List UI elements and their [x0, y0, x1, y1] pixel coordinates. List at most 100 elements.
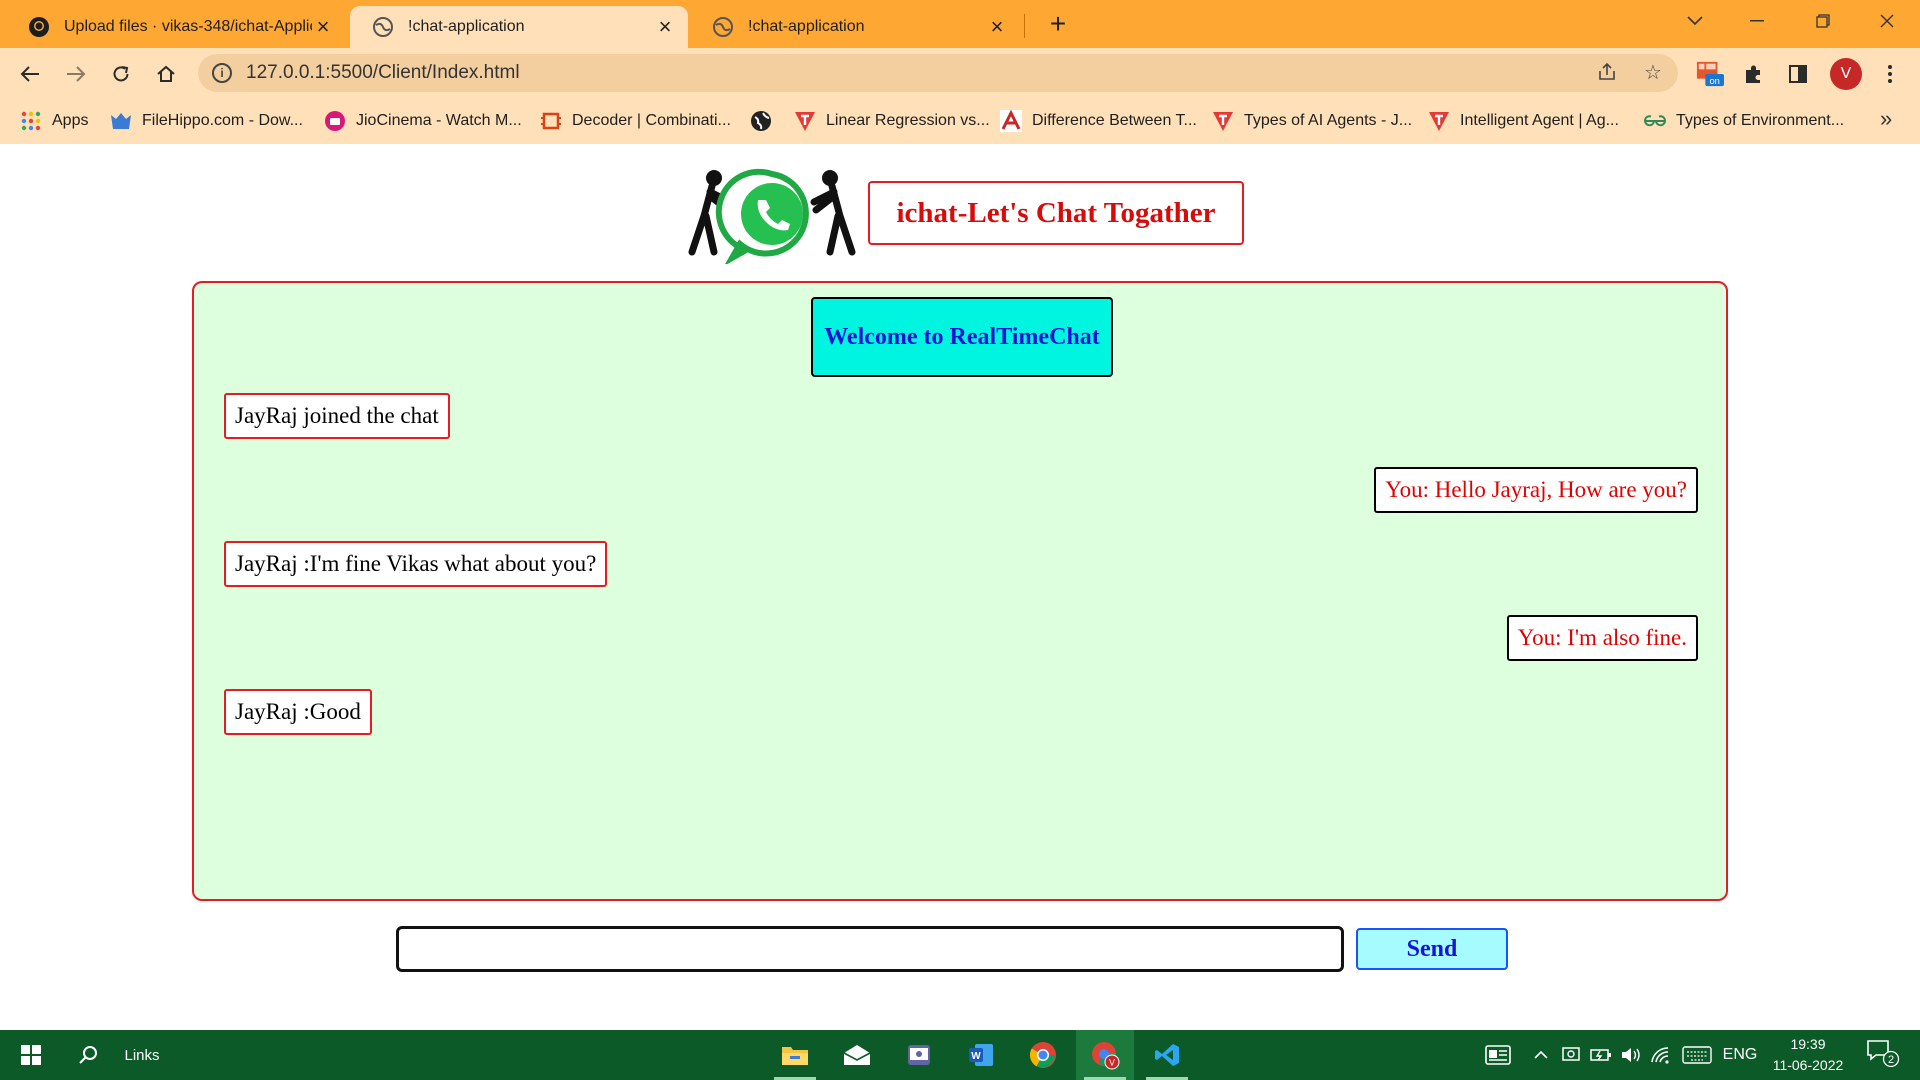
send-button[interactable]: Send	[1356, 928, 1508, 970]
bookmark-label: Difference Between T...	[1032, 112, 1197, 129]
tab-title: !chat-application	[408, 18, 525, 35]
menu-kebab-icon[interactable]	[1876, 60, 1904, 88]
browser-tab-strip: Upload files · vikas-348/ichat-Applic × …	[0, 0, 1920, 48]
tab-title: !chat-application	[748, 18, 865, 35]
svg-text:V: V	[1109, 1058, 1115, 1068]
word-icon[interactable]: W	[952, 1030, 1010, 1080]
welcome-banner: Welcome to RealTimeChat	[811, 297, 1113, 377]
start-windows-icon[interactable]	[10, 1030, 52, 1080]
github-icon	[28, 16, 50, 38]
browser-tab-3[interactable]: !chat-application ×	[690, 6, 1020, 48]
bookmark-label: JioCinema - Watch M...	[356, 112, 522, 129]
bookmark-ai-agents[interactable]: Types of AI Agents - J...	[1212, 108, 1412, 134]
profile-avatar[interactable]: V	[1830, 58, 1862, 90]
bookmark-label: Linear Regression vs...	[826, 112, 990, 129]
bookmark-environment[interactable]: Types of Environment...	[1644, 108, 1844, 134]
bookmark-jiocinema[interactable]: JioCinema - Watch M...	[324, 108, 522, 134]
bookmark-globe[interactable]	[750, 108, 782, 134]
taskbar-search-label[interactable]: Links	[120, 1030, 164, 1080]
apps-grid-icon	[20, 110, 42, 132]
bookmark-star-icon[interactable]: ☆	[1642, 62, 1664, 84]
a-logo-icon	[1000, 110, 1022, 132]
javatpoint-icon	[1212, 110, 1234, 132]
language-indicator[interactable]: ENG	[1722, 1044, 1758, 1066]
side-panel-icon[interactable]	[1784, 60, 1812, 88]
teams-icon[interactable]	[890, 1030, 948, 1080]
bookmark-filehippo[interactable]: FileHippo.com - Dow...	[110, 108, 303, 134]
tab-title: Upload files · vikas-348/ichat-Applic	[64, 18, 312, 35]
tab-search-chevron-icon[interactable]	[1680, 8, 1710, 34]
message-left: JayRaj :Good	[224, 689, 372, 735]
message-left: JayRaj joined the chat	[224, 393, 450, 439]
tab-separator	[1024, 14, 1025, 38]
bookmark-linear-regression[interactable]: Linear Regression vs...	[794, 108, 990, 134]
close-window-button[interactable]	[1872, 8, 1902, 34]
vscode-icon[interactable]	[1138, 1030, 1196, 1080]
mail-icon[interactable]	[828, 1030, 886, 1080]
globe-icon	[372, 16, 394, 38]
clock-date: 11-06-2022	[1772, 1057, 1844, 1073]
browser-tab-2[interactable]: !chat-application ×	[350, 6, 688, 48]
bookmark-label: Apps	[52, 112, 89, 129]
message-left: JayRaj :I'm fine Vikas what about you?	[224, 541, 608, 587]
whatsapp-people-logo-icon	[680, 164, 864, 267]
jiocinema-icon	[324, 110, 346, 132]
bookmark-apps[interactable]: Apps	[20, 108, 88, 134]
back-button[interactable]	[16, 60, 44, 88]
search-icon[interactable]	[74, 1030, 102, 1080]
news-widget-icon[interactable]	[1484, 1044, 1512, 1066]
bookmark-decoder[interactable]: Decoder | Combinati...	[540, 108, 731, 134]
message-right: You: I'm also fine.	[1506, 615, 1698, 661]
restore-button[interactable]	[1808, 8, 1838, 34]
windows-taskbar: Links W V ENG 19:39 11-06-2022 2	[0, 1030, 1920, 1080]
bookmark-label: Types of AI Agents - J...	[1244, 112, 1413, 129]
bookmark-difference[interactable]: Difference Between T...	[1000, 108, 1197, 134]
reload-button[interactable]	[107, 60, 135, 88]
svg-text:2: 2	[1888, 1054, 1894, 1066]
site-info-icon[interactable]: i	[212, 63, 232, 83]
close-tab-icon[interactable]: ×	[986, 14, 1008, 39]
more-bookmarks-icon[interactable]: »	[1880, 106, 1892, 132]
battery-charging-icon[interactable]	[1590, 1044, 1612, 1066]
message-input[interactable]	[396, 926, 1344, 972]
chat-container: Welcome to RealTimeChat JayRaj joined th…	[192, 281, 1728, 901]
bookmark-label: Decoder | Combinati...	[572, 112, 731, 129]
minimize-button[interactable]	[1742, 8, 1772, 34]
bookmark-label: FileHippo.com - Dow...	[142, 112, 303, 129]
chat-page: ichat-Let's Chat Togather Welcome to Rea…	[0, 144, 1920, 1030]
bookmark-label: Intelligent Agent | Ag...	[1460, 112, 1619, 129]
bookmarks-bar: Apps FileHippo.com - Dow... JioCinema - …	[0, 98, 1920, 144]
wifi-icon[interactable]	[1650, 1044, 1672, 1066]
message-right: You: Hello Jayraj, How are you?	[1374, 467, 1698, 513]
decoder-icon	[540, 110, 562, 132]
show-hidden-icons-chevron-icon[interactable]	[1530, 1044, 1552, 1066]
globe-bookmark-icon	[750, 110, 772, 132]
url-text: 127.0.0.1:5500/Client/Index.html	[246, 62, 520, 83]
home-button[interactable]	[152, 60, 180, 88]
file-explorer-icon[interactable]	[766, 1030, 824, 1080]
new-tab-button[interactable]: +	[1044, 10, 1072, 38]
javatpoint-icon	[794, 110, 816, 132]
close-tab-icon[interactable]: ×	[654, 14, 676, 39]
notifications-icon[interactable]: 2	[1866, 1040, 1900, 1067]
onedrive-status-icon[interactable]	[1560, 1044, 1582, 1066]
close-tab-icon[interactable]: ×	[312, 14, 334, 39]
touch-keyboard-icon[interactable]	[1682, 1044, 1712, 1066]
extensions-puzzle-icon[interactable]	[1740, 60, 1768, 88]
gfg-icon	[1644, 110, 1666, 132]
bookmark-label: Types of Environment...	[1676, 112, 1845, 129]
app-title: ichat-Let's Chat Togather	[868, 181, 1244, 245]
address-bar[interactable]: i 127.0.0.1:5500/Client/Index.html ☆	[198, 54, 1678, 92]
svg-text:on: on	[1709, 76, 1719, 86]
browser-tab-1[interactable]: Upload files · vikas-348/ichat-Applic ×	[6, 6, 346, 48]
forward-button[interactable]	[62, 60, 90, 88]
clock[interactable]: 19:39 11-06-2022	[1770, 1034, 1846, 1076]
extension-on-icon[interactable]: on	[1696, 60, 1724, 88]
javatpoint-icon	[1428, 110, 1450, 132]
chrome-icon[interactable]	[1014, 1030, 1072, 1080]
volume-icon[interactable]	[1620, 1044, 1642, 1066]
svg-text:W: W	[971, 1051, 981, 1062]
bookmark-intelligent-agent[interactable]: Intelligent Agent | Ag...	[1428, 108, 1619, 134]
share-icon[interactable]	[1596, 62, 1618, 84]
chrome-profile-icon[interactable]: V	[1076, 1030, 1134, 1080]
